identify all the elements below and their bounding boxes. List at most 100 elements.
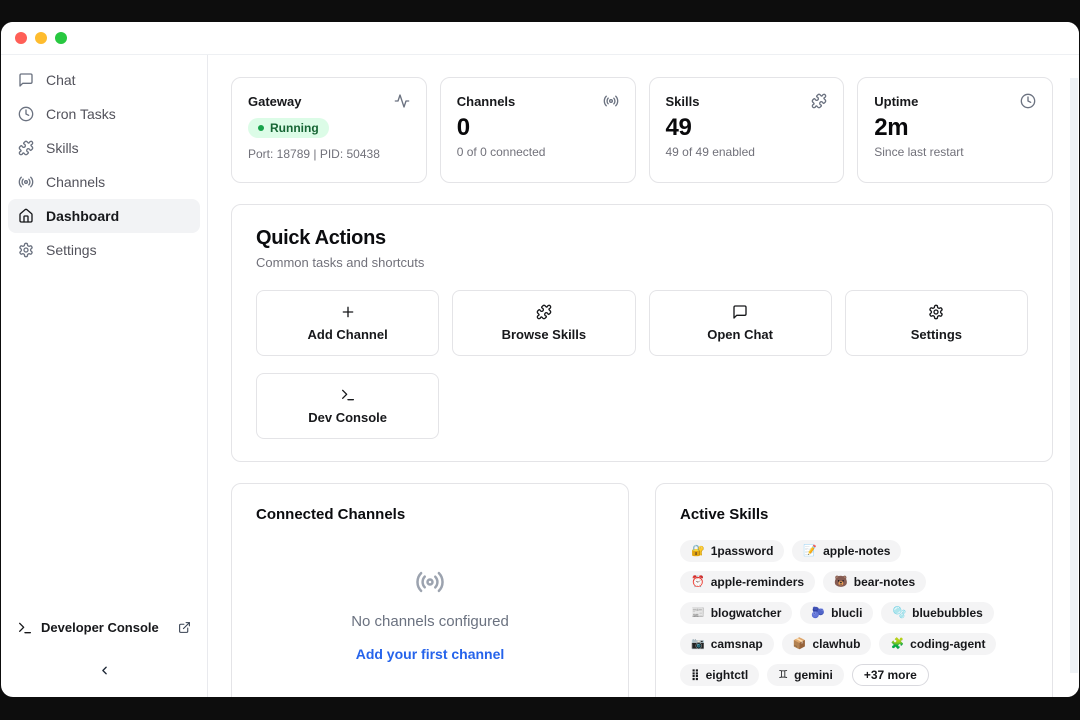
external-link-icon xyxy=(178,621,191,634)
skill-name: apple-notes xyxy=(823,544,890,558)
developer-console-label: Developer Console xyxy=(41,620,169,635)
stat-detail: 0 of 0 connected xyxy=(457,145,619,159)
gear-icon xyxy=(17,242,34,259)
add-first-channel-link[interactable]: Add your first channel xyxy=(356,646,505,662)
collapse-sidebar-button[interactable] xyxy=(90,659,118,681)
quick-action-label: Open Chat xyxy=(707,327,773,342)
app-body: Chat Cron Tasks Skills Channels xyxy=(1,55,1079,697)
sidebar-item-label: Channels xyxy=(46,174,105,190)
quick-actions-subtitle: Common tasks and shortcuts xyxy=(256,255,1028,270)
skill-emoji-icon: 📝 xyxy=(803,546,817,557)
active-skills-title: Active Skills xyxy=(680,506,1028,523)
status-badge-label: Running xyxy=(270,121,319,135)
browse-skills-button[interactable]: Browse Skills xyxy=(452,290,635,356)
chat-bubble-icon xyxy=(732,304,748,320)
stat-detail: Since last restart xyxy=(874,145,1036,159)
sidebar-item-dashboard[interactable]: Dashboard xyxy=(8,199,200,233)
channels-stat-card: Channels 0 0 of 0 connected xyxy=(440,77,636,183)
add-channel-button[interactable]: Add Channel xyxy=(256,290,439,356)
close-button[interactable] xyxy=(15,32,27,44)
stat-detail: Port: 18789 | PID: 50438 xyxy=(248,147,410,161)
skill-name: gemini xyxy=(794,668,833,682)
connected-channels-title: Connected Channels xyxy=(256,506,604,523)
quick-actions-grid: Add Channel Browse Skills Open Chat xyxy=(256,290,1028,439)
sidebar-item-label: Cron Tasks xyxy=(46,106,116,122)
stat-title: Gateway xyxy=(248,94,301,109)
stat-title: Channels xyxy=(457,94,516,109)
skill-badge: 🐻bear-notes xyxy=(823,571,926,593)
bottom-panels: Connected Channels No channels configure… xyxy=(231,483,1053,697)
skill-emoji-icon: ♊ xyxy=(778,670,788,681)
sidebar-collapse-row xyxy=(1,645,207,691)
skill-name: coding-agent xyxy=(910,637,985,651)
stat-value: 0 xyxy=(457,114,619,142)
home-icon xyxy=(17,208,34,225)
puzzle-icon xyxy=(536,304,552,320)
sidebar-footer: Developer Console xyxy=(1,610,207,697)
settings-button[interactable]: Settings xyxy=(845,290,1028,356)
skills-badges: 🔐1password 📝 apple-notes ⏰ apple-reminders… xyxy=(680,540,1028,686)
scrollbar-gutter[interactable] xyxy=(1070,78,1078,673)
stat-value: 2m xyxy=(874,114,1036,142)
sidebar-item-skills[interactable]: Skills xyxy=(8,131,200,165)
skill-name: bear-notes xyxy=(854,575,915,589)
gear-icon xyxy=(928,304,944,320)
channels-empty-state: No channels configured Add your first ch… xyxy=(256,567,604,662)
skill-emoji-icon: 🫐 xyxy=(811,608,825,619)
status-badge: Running xyxy=(248,118,329,138)
skill-name: 1password xyxy=(711,544,774,558)
sidebar-item-label: Settings xyxy=(46,242,97,258)
skill-badge: 📝 apple-notes xyxy=(792,540,901,562)
stat-title: Skills xyxy=(666,94,700,109)
skill-badge: 🫧bluebubbles xyxy=(881,602,993,624)
zoom-button[interactable] xyxy=(55,32,67,44)
more-skills-badge[interactable]: +37 more xyxy=(852,664,929,686)
skill-emoji-icon: 📦 xyxy=(793,639,807,650)
gateway-stat-card: Gateway Running Port: 18789 | PID: 50438 xyxy=(231,77,427,183)
broadcast-icon xyxy=(415,567,445,597)
connected-channels-card: Connected Channels No channels configure… xyxy=(231,483,629,697)
stat-detail: 49 of 49 enabled xyxy=(666,145,828,159)
puzzle-icon xyxy=(17,140,34,157)
clock-icon xyxy=(17,106,34,123)
developer-console-button[interactable]: Developer Console xyxy=(1,610,207,645)
skill-badge: 📰blogwatcher xyxy=(680,602,792,624)
status-dot-icon xyxy=(258,125,264,131)
sidebar-item-label: Dashboard xyxy=(46,208,119,224)
sidebar-item-label: Skills xyxy=(46,140,79,156)
skill-name: blucli xyxy=(831,606,862,620)
sidebar-item-chat[interactable]: Chat xyxy=(8,63,200,97)
skill-badge: 📷camsnap xyxy=(680,633,774,655)
quick-action-label: Dev Console xyxy=(308,410,387,425)
skill-name: clawhub xyxy=(812,637,860,651)
skill-badge: 🔐1password xyxy=(680,540,784,562)
uptime-stat-card: Uptime 2m Since last restart xyxy=(857,77,1053,183)
skill-name: eightctl xyxy=(706,668,749,682)
skills-stat-card: Skills 49 49 of 49 enabled xyxy=(649,77,845,183)
quick-action-label: Settings xyxy=(911,327,962,342)
active-skills-card: Active Skills 🔐1password 📝 apple-notes ⏰ a… xyxy=(655,483,1053,697)
dashboard-main: Gateway Running Port: 18789 | PID: 50438… xyxy=(208,55,1079,697)
chevron-left-icon xyxy=(98,664,111,677)
empty-channels-text: No channels configured xyxy=(351,613,509,630)
skill-emoji-icon: ⣿ xyxy=(691,670,700,681)
plus-icon xyxy=(340,304,356,320)
puzzle-icon xyxy=(811,93,827,109)
minimize-button[interactable] xyxy=(35,32,47,44)
chat-bubble-icon xyxy=(17,72,34,89)
quick-actions-card: Quick Actions Common tasks and shortcuts… xyxy=(231,204,1053,462)
skill-emoji-icon: ⏰ xyxy=(691,577,705,588)
sidebar-item-channels[interactable]: Channels xyxy=(8,165,200,199)
stat-value: 49 xyxy=(666,114,828,142)
stats-grid: Gateway Running Port: 18789 | PID: 50438… xyxy=(231,77,1053,183)
open-chat-button[interactable]: Open Chat xyxy=(649,290,832,356)
activity-icon xyxy=(394,93,410,109)
app-window: Chat Cron Tasks Skills Channels xyxy=(1,22,1079,697)
skill-emoji-icon: 📰 xyxy=(691,608,705,619)
skill-name: apple-reminders xyxy=(711,575,804,589)
sidebar-item-settings[interactable]: Settings xyxy=(8,233,200,267)
dev-console-button[interactable]: Dev Console xyxy=(256,373,439,439)
sidebar-item-cron-tasks[interactable]: Cron Tasks xyxy=(8,97,200,131)
terminal-icon xyxy=(340,387,356,403)
skill-emoji-icon: 📷 xyxy=(691,639,705,650)
